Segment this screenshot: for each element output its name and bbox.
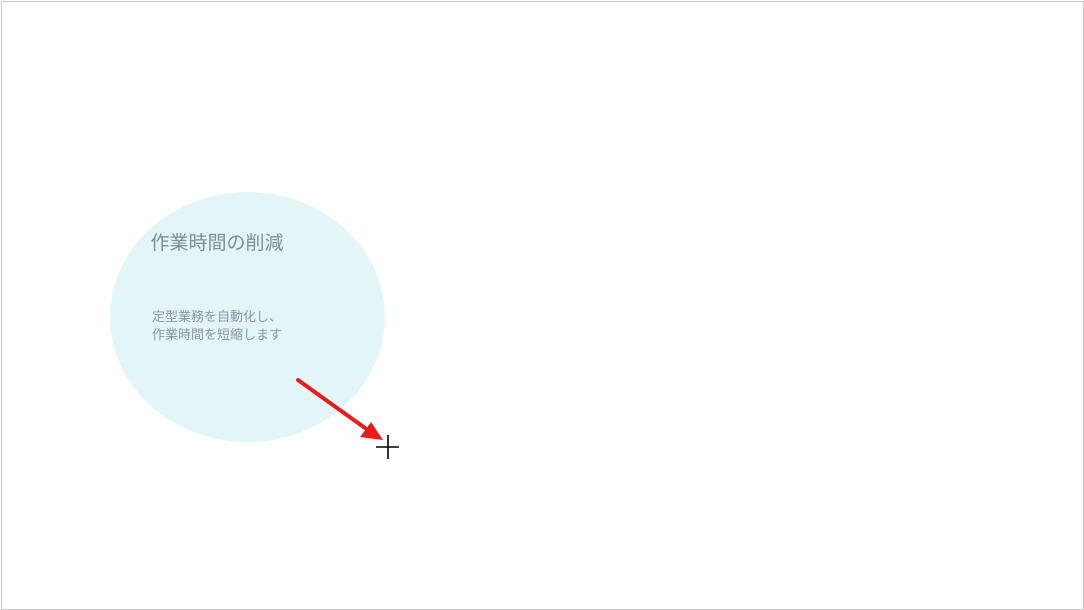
bubble-body-text: 定型業務を自動化し、作業時間を短縮します [152,310,283,343]
bubble-title: 作業時間の削減 [150,232,284,254]
